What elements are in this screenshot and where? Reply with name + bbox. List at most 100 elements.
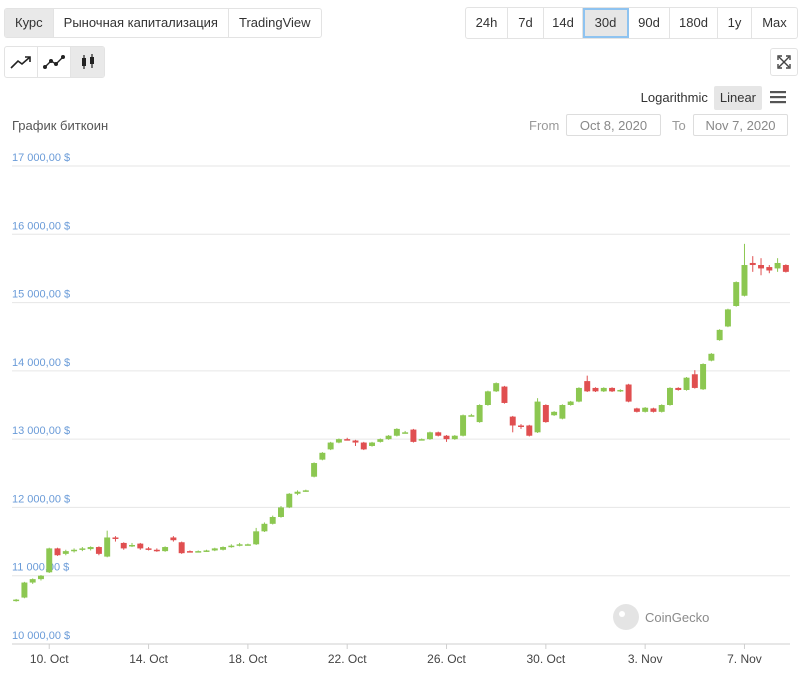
range-90d[interactable]: 90d [629, 8, 670, 38]
candle-down [526, 425, 533, 436]
candle-down [749, 262, 756, 266]
y-tick-label: 17 000,00 $ [12, 152, 70, 164]
candle-down [691, 374, 698, 388]
candle-up [21, 582, 28, 598]
range-30d[interactable]: 30d [583, 8, 629, 38]
candle-down [518, 425, 524, 427]
candlestick-button[interactable] [71, 47, 104, 77]
range-7d[interactable]: 7d [508, 8, 544, 38]
from-date-input[interactable]: Oct 8, 2020 [566, 114, 661, 136]
line-chart-icon [10, 56, 31, 69]
candle-down [758, 265, 765, 269]
candle-up [335, 439, 342, 443]
candle-down [625, 384, 632, 402]
candle-up [460, 415, 467, 436]
candle-down [352, 440, 359, 443]
candle-up [62, 551, 69, 554]
line-markers-button[interactable] [38, 47, 71, 77]
expand-icon [777, 55, 791, 69]
candle-up [741, 265, 748, 296]
x-tick-label: 30. Oct [526, 652, 565, 666]
range-max[interactable]: Max [752, 8, 797, 38]
candle-up [385, 435, 392, 440]
candle-up [236, 544, 243, 546]
y-tick-label: 10 000,00 $ [12, 630, 70, 642]
to-label: To [672, 118, 686, 133]
candle-down [153, 549, 160, 552]
candle-up [617, 389, 624, 392]
candle-up [393, 428, 400, 436]
coingecko-credit: CoinGecko [645, 610, 709, 625]
fullscreen-button[interactable] [770, 48, 798, 76]
candle-up [286, 493, 293, 508]
candle-up [13, 599, 20, 602]
candle-down [435, 432, 442, 436]
line-markers-icon [43, 55, 65, 69]
candle-up [269, 516, 276, 524]
candle-up [667, 387, 673, 405]
tab-market-cap[interactable]: Рыночная капитализация [54, 9, 229, 37]
candle-down [137, 543, 144, 549]
grid-lines [12, 165, 790, 645]
candle-up [129, 544, 135, 547]
y-tick-label: 15 000,00 $ [12, 289, 70, 301]
scale-logarithmic[interactable]: Logarithmic [635, 86, 714, 110]
candle-up [493, 383, 500, 392]
candle-up [369, 442, 376, 446]
chart-menu-button[interactable] [768, 88, 788, 106]
tab-tradingview[interactable]: TradingView [229, 9, 321, 37]
candle-up [71, 549, 78, 552]
x-tick-label: 22. Oct [328, 652, 367, 666]
candle-up [278, 507, 284, 517]
candle-up [575, 387, 582, 402]
candle-down [592, 387, 599, 392]
candle-down [54, 548, 61, 556]
y-tick-label: 12 000,00 $ [12, 493, 70, 505]
range-180d[interactable]: 180d [670, 8, 718, 38]
candle-up [302, 490, 309, 492]
candle-up [716, 329, 723, 341]
y-tick-label: 11 000,00 $ [12, 562, 69, 574]
candle-up [377, 439, 384, 442]
candle-up [162, 547, 169, 552]
chart-tabs: Курс Рыночная капитализация TradingView [4, 8, 322, 38]
price-chart: 10 000,00 $ 11 000,00 $ 12 000,00 $ 13 000,… [12, 152, 790, 666]
candle-down [360, 442, 367, 450]
candle-up [451, 435, 458, 440]
x-tick-label: 3. Nov [628, 652, 663, 666]
candle-up [683, 377, 690, 390]
candle-down [186, 551, 193, 553]
candle-up [228, 545, 235, 548]
to-date-input[interactable]: Nov 7, 2020 [693, 114, 788, 136]
x-axis: 10. Oct 14. Oct 18. Oct 22. Oct 26. Oct 30. O… [12, 643, 790, 666]
candle-down [95, 547, 102, 554]
x-tick-label: 7. Nov [727, 652, 762, 666]
range-14d[interactable]: 14d [544, 8, 583, 38]
candle-down [675, 387, 682, 390]
range-24h[interactable]: 24h [466, 8, 508, 38]
candle-up [774, 262, 781, 269]
candle-down [782, 265, 789, 272]
candle-up [600, 387, 607, 392]
candle-down [584, 381, 591, 392]
candle-up [79, 548, 86, 550]
chart-title: График биткоин [12, 118, 109, 133]
candle-up [484, 391, 491, 405]
y-tick-label: 13 000,00 $ [12, 425, 70, 437]
candle-down [410, 429, 417, 442]
line-chart-button[interactable] [5, 47, 38, 77]
scale-linear[interactable]: Linear [713, 86, 762, 110]
candle-up [195, 551, 202, 553]
candle-up [327, 442, 334, 450]
candle-up [319, 452, 326, 460]
range-1y[interactable]: 1y [718, 8, 752, 38]
scale-toggle: Logarithmic Linear [635, 86, 762, 110]
chart-type-selector [4, 46, 105, 78]
tab-price[interactable]: Курс [5, 9, 54, 37]
candle-up [724, 309, 731, 327]
candlestick-icon [81, 54, 94, 69]
candle-up [642, 407, 649, 412]
candle-up [559, 405, 566, 419]
candle-down [609, 387, 616, 392]
y-tick-label: 14 000,00 $ [12, 357, 70, 369]
